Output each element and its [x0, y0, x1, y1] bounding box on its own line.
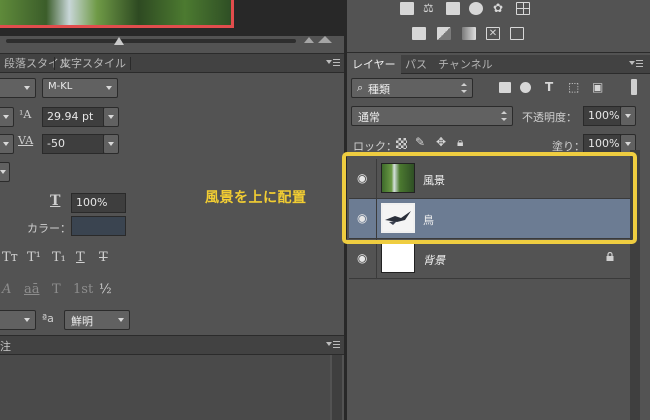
tracking-dropdown[interactable]: [103, 134, 119, 154]
superscript-button[interactable]: T¹: [27, 250, 41, 265]
opacity-dropdown[interactable]: [620, 106, 636, 126]
tracking-value: -50: [47, 137, 65, 150]
layer-name[interactable]: 背景: [423, 252, 445, 268]
layer-row-background[interactable]: ◉ 背景: [349, 239, 630, 279]
large-mountain-icon[interactable]: [318, 36, 332, 43]
lock-move-icon[interactable]: ✥: [436, 135, 446, 149]
lock-transparent-icon[interactable]: [396, 138, 407, 149]
document-canvas-area: [0, 0, 344, 36]
font-style-dropdown[interactable]: M-KL: [42, 78, 118, 98]
tab-notes[interactable]: 注: [0, 338, 11, 354]
selective-color-icon[interactable]: ✕: [486, 27, 500, 40]
vertical-scale-field[interactable]: 100%: [71, 193, 126, 213]
kerning-dropdown[interactable]: [0, 134, 14, 154]
filter-search-icon: ⌕: [357, 81, 364, 94]
blend-mode-dropdown[interactable]: 通常: [351, 106, 513, 126]
ordinals-button[interactable]: 1st: [73, 282, 93, 297]
filter-adjustment-icon[interactable]: [520, 82, 531, 93]
vibrance-icon[interactable]: ✿: [493, 2, 507, 15]
strikethrough-button[interactable]: T: [99, 250, 108, 265]
small-mountain-icon[interactable]: [304, 37, 314, 43]
eye-icon[interactable]: ◉: [357, 252, 369, 264]
filter-type-icon[interactable]: T: [545, 80, 553, 94]
tab-layers[interactable]: レイヤー: [347, 55, 401, 74]
left-panel-tabbar: 段落スタイル 文字スタイル: [0, 53, 344, 73]
vertical-scale-icon: T: [50, 193, 61, 209]
tsume-dropdown[interactable]: [0, 162, 10, 182]
vertical-scale-value: 100%: [76, 196, 108, 209]
language-dropdown[interactable]: [0, 310, 36, 330]
tab-separator: [130, 57, 131, 70]
invert-icon[interactable]: [412, 27, 426, 40]
underline-button[interactable]: T: [76, 250, 85, 265]
panel-menu-icon[interactable]: [326, 340, 340, 350]
adjustments-panel: ⚖ ✿ ✕: [347, 0, 650, 53]
antialias-icon: ªa: [42, 312, 54, 325]
fill-field[interactable]: 100%: [583, 134, 621, 154]
text-color-swatch[interactable]: [71, 216, 126, 236]
leading-dropdown[interactable]: [103, 107, 119, 127]
gradient-map-icon[interactable]: [462, 27, 476, 40]
leading-icon: ¹A: [19, 108, 32, 121]
layer-thumbnail: [381, 243, 415, 273]
color-lookup-icon[interactable]: [516, 2, 530, 15]
font-family-dropdown[interactable]: [0, 78, 36, 98]
antialias-value: 鮮明: [71, 315, 93, 328]
ligature-button[interactable]: aā: [24, 282, 40, 297]
threshold-icon[interactable]: [510, 27, 524, 40]
posterize-icon[interactable]: [437, 27, 451, 40]
filter-shape-icon[interactable]: ⬚: [568, 80, 579, 94]
tracking-field[interactable]: -50: [42, 134, 104, 154]
layer-filter-dropdown[interactable]: ⌕ 種類: [351, 78, 473, 98]
fill-value: 100%: [588, 137, 620, 150]
filter-pixel-icon[interactable]: [499, 82, 511, 93]
tracking-icon: VA: [18, 134, 34, 147]
leading-field[interactable]: 29.94 pt: [42, 107, 104, 127]
antialias-dropdown[interactable]: 鮮明: [64, 310, 130, 330]
zoom-slider-thumb[interactable]: [114, 37, 124, 45]
font-size-dropdown[interactable]: [0, 107, 14, 127]
tab-separator: [54, 57, 55, 70]
filter-toggle-switch[interactable]: [631, 79, 637, 95]
notes-panel-tabbar: 注: [0, 335, 344, 355]
lock-brush-icon[interactable]: ✎: [415, 135, 425, 149]
exposure-icon[interactable]: [469, 2, 483, 15]
annotation-highlight-box: [342, 152, 637, 244]
color-label: カラー：: [27, 222, 71, 235]
panel-menu-icon[interactable]: [326, 58, 340, 68]
zoom-slider-track[interactable]: [6, 39, 296, 43]
canvas-image: [0, 0, 234, 28]
opacity-field[interactable]: 100%: [583, 106, 621, 126]
curves-icon[interactable]: [446, 2, 460, 15]
swash-button[interactable]: A: [2, 282, 11, 297]
tab-channels[interactable]: チャンネル: [433, 55, 498, 74]
notes-scrollbar[interactable]: [332, 355, 342, 420]
tab-paths[interactable]: パス: [400, 55, 432, 74]
levels-icon[interactable]: ⚖: [423, 2, 437, 15]
leading-value: 29.94 pt: [47, 110, 94, 123]
panel-menu-icon[interactable]: [629, 59, 643, 69]
lock-icon: [606, 252, 614, 261]
subscript-button[interactable]: T₁: [52, 250, 66, 265]
filter-kind-value: 種類: [368, 83, 390, 96]
annotation-text: 風景を上に配置: [205, 190, 307, 206]
character-panel: 段落スタイル 文字スタイル M-KL ¹A 29.94 pt VA -50 T …: [0, 0, 344, 420]
small-caps-button[interactable]: Tт: [2, 250, 18, 265]
titling-button[interactable]: T: [52, 282, 61, 297]
opacity-label: 不透明度：: [522, 111, 577, 124]
fractions-button[interactable]: ½: [99, 282, 112, 297]
opacity-value: 100%: [588, 109, 620, 122]
tab-character-style[interactable]: 文字スタイル: [56, 54, 130, 73]
blend-mode-value: 通常: [358, 111, 380, 124]
font-style-value: M-KL: [48, 81, 73, 92]
layers-tabbar: レイヤー パス チャンネル: [347, 55, 650, 74]
lock-all-icon[interactable]: 🔒︎: [457, 135, 463, 149]
filter-smart-object-icon[interactable]: ▣: [592, 80, 603, 94]
notes-panel-body: [0, 355, 330, 420]
eye-separator: [376, 239, 377, 279]
brightness-icon[interactable]: [400, 2, 414, 15]
